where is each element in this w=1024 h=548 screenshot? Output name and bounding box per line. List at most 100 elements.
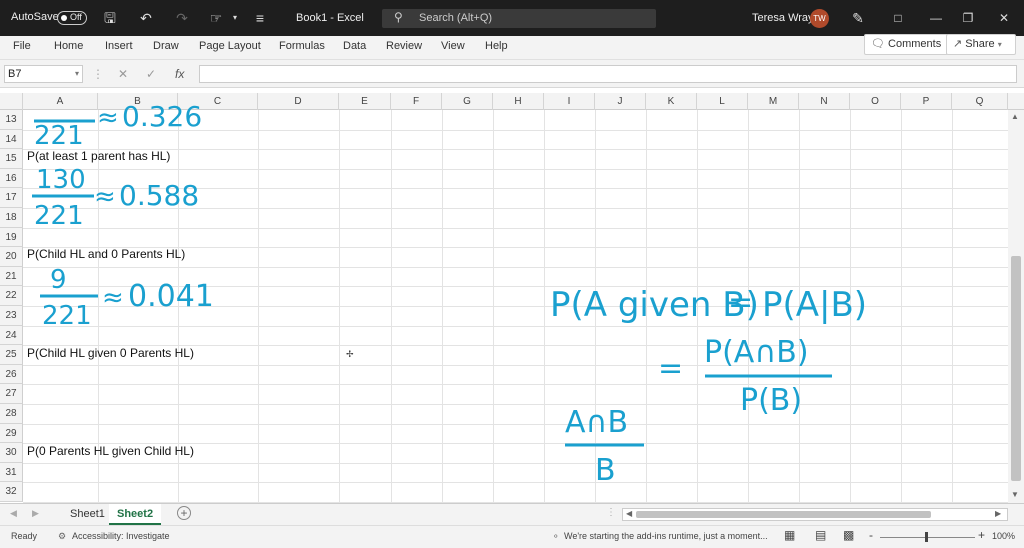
row-header-16[interactable]: 16 [0, 168, 23, 189]
page-layout-view-icon[interactable]: ▤ [815, 528, 826, 542]
redo-icon[interactable]: ↷ [173, 9, 191, 27]
menu-review[interactable]: Review [386, 40, 422, 52]
menu-view[interactable]: View [441, 40, 465, 52]
cell-a30[interactable]: P(0 Parents HL given Child HL) [27, 444, 194, 458]
hscroll-thumb[interactable] [636, 511, 931, 518]
column-gridline [850, 110, 851, 503]
row-header-17[interactable]: 17 [0, 188, 23, 208]
menu-insert[interactable]: Insert [105, 40, 133, 52]
normal-view-icon[interactable]: ▦ [784, 528, 795, 542]
menu-draw[interactable]: Draw [153, 40, 179, 52]
cell-a20[interactable]: P(Child HL and 0 Parents HL) [27, 247, 185, 261]
add-sheet-button[interactable]: + [177, 506, 191, 520]
cell-a25[interactable]: P(Child HL given 0 Parents HL) [27, 346, 194, 360]
column-header-d[interactable]: D [258, 93, 339, 110]
cancel-icon[interactable]: ✕ [118, 67, 128, 81]
comments-button[interactable]: 🗨 Comments [864, 34, 949, 55]
horizontal-scrollbar[interactable]: ◀ ▶ [622, 508, 1008, 521]
zoom-out-button[interactable]: - [869, 528, 873, 542]
column-header-p[interactable]: P [901, 93, 952, 110]
column-header-a[interactable]: A [23, 93, 98, 110]
menu-page-layout[interactable]: Page Layout [199, 40, 261, 52]
row-header-30[interactable]: 30 [0, 443, 23, 463]
restore-icon[interactable]: ❐ [956, 8, 980, 28]
save-icon[interactable]: 🖫 [101, 9, 119, 27]
undo-icon[interactable]: ↶ [137, 9, 155, 27]
column-header-e[interactable]: E [339, 93, 391, 110]
scroll-left-icon[interactable]: ◀ [626, 509, 632, 518]
menu-home[interactable]: Home [54, 40, 83, 52]
column-header-n[interactable]: N [799, 93, 850, 110]
column-header-h[interactable]: H [493, 93, 544, 110]
column-header-k[interactable]: K [646, 93, 697, 110]
row-header-18[interactable]: 18 [0, 208, 23, 228]
menu-help[interactable]: Help [485, 40, 508, 52]
column-header-f[interactable]: F [391, 93, 442, 110]
column-header-g[interactable]: G [442, 93, 493, 110]
row-header-23[interactable]: 23 [0, 306, 23, 326]
row-header-19[interactable]: 19 [0, 227, 23, 248]
cell-a15[interactable]: P(at least 1 parent has HL) [27, 149, 170, 163]
row-header-32[interactable]: 32 [0, 482, 23, 502]
enter-icon[interactable]: ✓ [146, 67, 156, 81]
column-header-l[interactable]: L [697, 93, 748, 110]
column-header-j[interactable]: J [595, 93, 646, 110]
column-header-c[interactable]: C [178, 93, 258, 110]
zoom-slider-handle[interactable] [925, 532, 928, 542]
ribbon-options-icon[interactable]: □ [886, 8, 910, 28]
tab-sheet2[interactable]: Sheet2 [109, 504, 162, 525]
vertical-scrollbar[interactable]: ▲ ▼ [1008, 110, 1024, 503]
user-name[interactable]: Teresa Wray [752, 12, 814, 24]
row-header-31[interactable]: 31 [0, 462, 23, 483]
touch-mode-icon[interactable]: ☞ [207, 9, 225, 27]
worksheet-grid[interactable]: A B C D E F G H I J K L M N O P Q 13 14 15… [0, 88, 1024, 503]
row-header-27[interactable]: 27 [0, 384, 23, 404]
autosave-toggle[interactable]: Off [57, 11, 87, 25]
scroll-down-icon[interactable]: ▼ [1011, 490, 1019, 499]
column-header-o[interactable]: O [850, 93, 901, 110]
tab-scroll-left-icon[interactable]: ◀ [10, 508, 17, 519]
row-gridline [23, 266, 1008, 268]
avatar[interactable]: TW [810, 9, 829, 28]
close-icon[interactable]: ✕ [992, 8, 1016, 28]
scroll-up-icon[interactable]: ▲ [1011, 112, 1019, 121]
menu-formulas[interactable]: Formulas [279, 40, 325, 52]
pen-icon[interactable]: ✎ [849, 9, 867, 27]
row-header-29[interactable]: 29 [0, 423, 23, 444]
chevron-down-icon[interactable]: ▾ [226, 9, 244, 27]
minimize-icon[interactable]: — [924, 8, 948, 28]
tab-scroll-right-icon[interactable]: ▶ [32, 508, 39, 519]
row-header-22[interactable]: 22 [0, 286, 23, 306]
select-all-corner[interactable] [0, 93, 23, 110]
menu-data[interactable]: Data [343, 40, 366, 52]
row-gridline [23, 286, 1008, 288]
accessibility-status[interactable]: Accessibility: Investigate [72, 531, 170, 541]
status-ready: Ready [11, 531, 38, 541]
scroll-right-icon[interactable]: ▶ [995, 509, 1001, 518]
zoom-in-button[interactable]: + [978, 528, 985, 542]
row-header-13[interactable]: 13 [0, 110, 23, 130]
row-header-20[interactable]: 20 [0, 247, 23, 267]
share-button[interactable]: ↗ Share ▾ [946, 34, 1016, 55]
menu-file[interactable]: File [13, 40, 31, 52]
tab-sheet1[interactable]: Sheet1 [62, 504, 113, 525]
scrollbar-thumb[interactable] [1011, 256, 1021, 481]
insert-function-icon[interactable]: fx [175, 67, 184, 81]
column-header-q[interactable]: Q [952, 93, 1008, 110]
row-header-26[interactable]: 26 [0, 364, 23, 385]
row-header-21[interactable]: 21 [0, 266, 23, 287]
formula-input[interactable] [199, 65, 1017, 83]
column-header-b[interactable]: B [98, 93, 178, 110]
customize-toolbar-icon[interactable]: ≡ [251, 9, 269, 27]
zoom-level[interactable]: 100% [992, 531, 1015, 541]
row-header-14[interactable]: 14 [0, 129, 23, 150]
column-header-i[interactable]: I [544, 93, 595, 110]
column-header-m[interactable]: M [748, 93, 799, 110]
page-break-view-icon[interactable]: ▩ [843, 528, 854, 542]
search-box[interactable]: ⚲ Search (Alt+Q) [382, 9, 656, 28]
row-header-24[interactable]: 24 [0, 325, 23, 346]
name-box[interactable]: B7 ▾ [4, 65, 83, 83]
row-header-25[interactable]: 25 [0, 345, 23, 365]
row-header-15[interactable]: 15 [0, 149, 23, 169]
row-header-28[interactable]: 28 [0, 404, 23, 424]
